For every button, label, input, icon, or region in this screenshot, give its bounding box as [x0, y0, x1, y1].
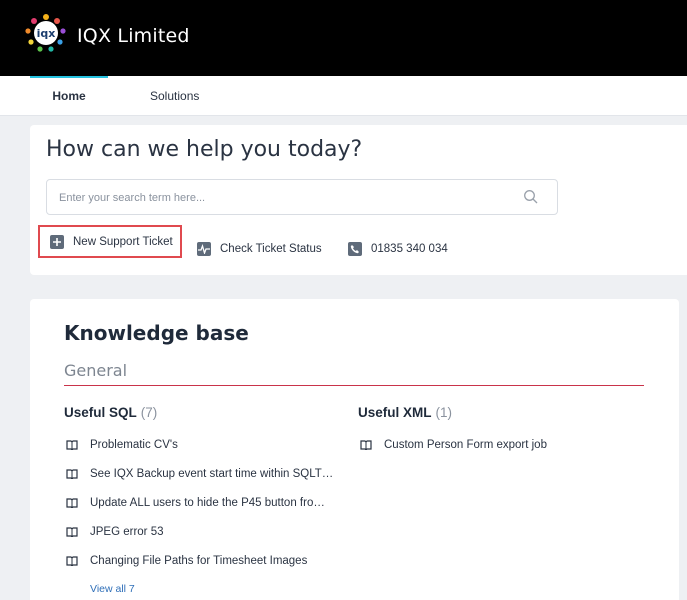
- search-icon[interactable]: [523, 189, 539, 205]
- book-icon: [360, 440, 372, 450]
- article-title: See IQX Backup event start time within S…: [90, 468, 334, 480]
- view-all-link[interactable]: View all 7: [90, 583, 135, 595]
- plus-box-icon: [50, 234, 64, 249]
- brand-name: IQX Limited: [77, 25, 190, 47]
- nav-bar: Home Solutions: [0, 76, 687, 116]
- article-link[interactable]: Problematic CV's: [66, 437, 178, 453]
- iqx-logo[interactable]: iqx: [24, 13, 68, 53]
- article-link[interactable]: Changing File Paths for Timesheet Images: [66, 553, 307, 569]
- article-title: JPEG error 53: [90, 526, 164, 538]
- category-useful-xml[interactable]: Useful XML (1): [358, 405, 452, 420]
- new-support-ticket-label: New Support Ticket: [73, 235, 173, 248]
- article-title: Problematic CV's: [90, 439, 178, 451]
- book-icon: [66, 527, 78, 537]
- check-ticket-status-label: Check Ticket Status: [220, 243, 322, 255]
- article-title: Custom Person Form export job: [384, 439, 547, 451]
- book-icon: [66, 440, 78, 450]
- category-name: Useful SQL: [64, 405, 137, 420]
- kb-title: Knowledge base: [64, 321, 249, 345]
- phone-number: 01835 340 034: [371, 243, 448, 255]
- phone-link[interactable]: 01835 340 034: [348, 239, 448, 259]
- top-header: iqx IQX Limited: [0, 0, 687, 76]
- category-useful-sql[interactable]: Useful SQL (7): [64, 405, 157, 420]
- pulse-icon: [197, 242, 211, 256]
- svg-text:iqx: iqx: [37, 27, 56, 40]
- category-count: (7): [140, 405, 158, 420]
- tab-home[interactable]: Home: [30, 76, 108, 116]
- category-count: (1): [435, 405, 453, 420]
- article-link[interactable]: Update ALL users to hide the P45 button …: [66, 495, 325, 511]
- search-box[interactable]: [46, 179, 558, 215]
- phone-icon: [348, 242, 362, 256]
- category-name: Useful XML: [358, 405, 432, 420]
- check-ticket-status-link[interactable]: Check Ticket Status: [197, 239, 322, 259]
- section-divider: [64, 385, 644, 386]
- article-link[interactable]: JPEG error 53: [66, 524, 164, 540]
- help-panel: How can we help you today? New Support T…: [30, 125, 687, 275]
- article-link[interactable]: Custom Person Form export job: [360, 437, 547, 453]
- article-title: Changing File Paths for Timesheet Images: [90, 555, 308, 567]
- kb-section-title[interactable]: General: [64, 361, 127, 380]
- new-support-ticket-button[interactable]: New Support Ticket: [38, 225, 182, 258]
- article-title: Update ALL users to hide the P45 button …: [90, 497, 325, 509]
- book-icon: [66, 556, 78, 566]
- tab-solutions[interactable]: Solutions: [150, 76, 199, 116]
- help-title: How can we help you today?: [46, 137, 363, 162]
- article-link[interactable]: See IQX Backup event start time within S…: [66, 466, 333, 482]
- search-input[interactable]: [59, 189, 499, 207]
- knowledge-base-panel: Knowledge base General Useful SQL (7) Use…: [30, 299, 679, 600]
- book-icon: [66, 498, 78, 508]
- book-icon: [66, 469, 78, 479]
